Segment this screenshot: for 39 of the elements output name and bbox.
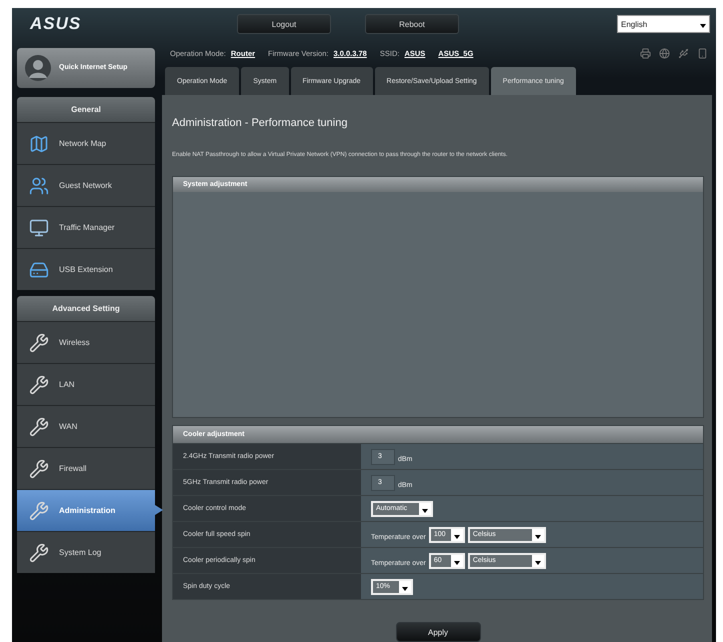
wrench-icon [29, 332, 49, 352]
sidebar-item[interactable]: Administration [17, 489, 163, 531]
wrench-icon [29, 416, 49, 436]
caret-icon [532, 554, 544, 566]
language-select[interactable]: English [617, 15, 710, 33]
sidebar-item[interactable]: Firewall [17, 447, 155, 489]
printer-icon[interactable] [640, 48, 651, 58]
drive-icon [29, 260, 49, 280]
sidebar-item[interactable]: Guest Network [17, 164, 155, 206]
monitor-icon [29, 218, 49, 238]
wrench-icon [29, 500, 49, 520]
sidebar-item[interactable]: Network Map [17, 122, 155, 164]
caret-icon [450, 528, 463, 540]
person-silhouette-icon [25, 55, 51, 81]
caret-icon [399, 580, 411, 592]
apply-button[interactable]: Apply [396, 622, 480, 642]
sidebar-item[interactable]: Wireless [17, 321, 155, 363]
sidebar-item[interactable]: Traffic Manager [17, 206, 155, 248]
page-title: Administration - Performance tuning [172, 117, 348, 130]
sidebar-section-header: General [17, 97, 155, 122]
header-button[interactable]: Reboot [365, 14, 459, 34]
sidebar-item[interactable]: USB Extension [17, 248, 155, 290]
wrench-icon [29, 458, 49, 478]
sidebar-section-header: Advanced Setting [17, 296, 155, 321]
sidebar-item[interactable]: LAN [17, 363, 155, 405]
header-button[interactable]: Logout [237, 14, 331, 34]
sidebar-item[interactable]: System Log [17, 531, 155, 573]
caret-icon [450, 554, 463, 566]
caret-icon [419, 502, 431, 514]
wrench-icon [29, 374, 49, 394]
users-icon [29, 176, 49, 196]
globe-icon[interactable] [659, 48, 670, 58]
usb-icon[interactable] [678, 48, 689, 58]
wrench-icon [29, 542, 49, 562]
brand-logo: ASUS [30, 14, 82, 34]
phone-icon[interactable] [697, 48, 708, 58]
map-icon [29, 134, 49, 154]
caret-icon [532, 528, 544, 540]
sidebar-item[interactable]: WAN [17, 405, 155, 447]
